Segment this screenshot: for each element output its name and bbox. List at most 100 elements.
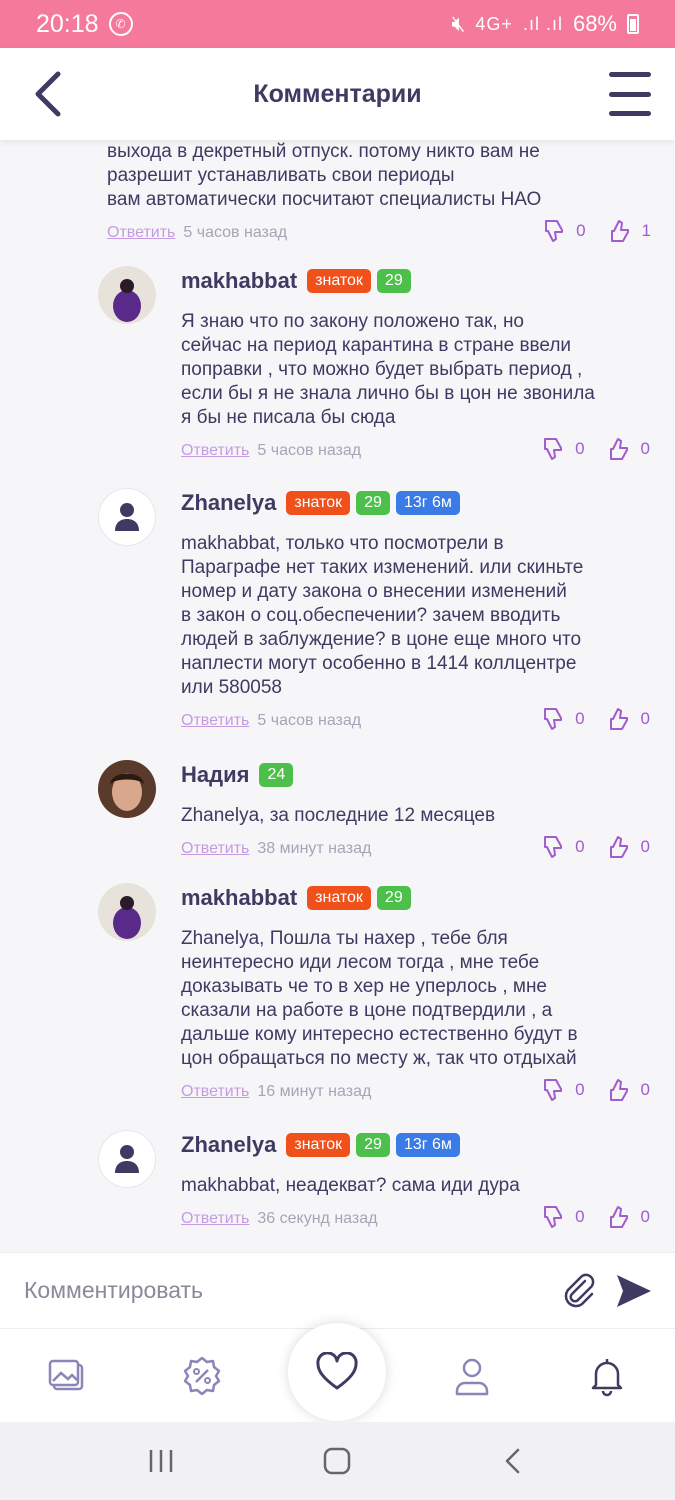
- reply-link[interactable]: Ответить: [181, 1083, 249, 1101]
- like-button[interactable]: 0: [607, 436, 650, 462]
- reply-link[interactable]: Ответить: [181, 712, 249, 730]
- expert-badge: знаток: [307, 269, 371, 293]
- comment-meta: Ответить 5 часов назад 0 0: [181, 438, 658, 462]
- menu-icon[interactable]: [609, 72, 651, 116]
- reply-link[interactable]: Ответить: [107, 224, 175, 242]
- like-count: 0: [640, 1207, 650, 1226]
- author-row: makhabbat знаток 29: [181, 266, 658, 296]
- avatar[interactable]: [98, 266, 156, 324]
- author-name[interactable]: Zhanelya: [181, 1132, 276, 1158]
- system-nav-bar: [0, 1422, 675, 1500]
- home-icon[interactable]: [322, 1446, 352, 1476]
- like-count: 1: [641, 221, 651, 240]
- reply-link[interactable]: Ответить: [181, 442, 249, 460]
- author-row: makhabbat знаток 29: [181, 883, 658, 913]
- heart-icon: [316, 1352, 358, 1390]
- comments-feed[interactable]: выхода в декретный отпуск. потому никто …: [0, 140, 675, 1252]
- mute-icon: 🔇︎: [451, 11, 466, 36]
- user-icon: [115, 1145, 139, 1173]
- comment-meta: Ответить 5 часов назад 0 1: [107, 220, 667, 244]
- dislike-count: 0: [575, 1080, 585, 1099]
- dislike-count: 0: [575, 439, 585, 458]
- comment-meta: Ответить 16 минут назад 0 0: [181, 1079, 658, 1103]
- like-button[interactable]: 1: [608, 218, 651, 244]
- avatar[interactable]: [98, 1130, 156, 1188]
- author-name[interactable]: Zhanelya: [181, 490, 276, 516]
- thumbs-up-icon: [610, 220, 629, 242]
- like-button[interactable]: 0: [607, 706, 650, 732]
- thumbs-down-icon: [544, 836, 563, 858]
- comment-time: 36 секунд назад: [257, 1210, 378, 1227]
- dislike-count: 0: [575, 837, 585, 856]
- like-button[interactable]: 0: [607, 834, 650, 860]
- votes: 0 0: [541, 834, 650, 860]
- comment-meta: Ответить 36 секунд назад 0 0: [181, 1206, 658, 1230]
- reply-link[interactable]: Ответить: [181, 1210, 249, 1228]
- author-row: Zhanelya знаток 29 13г 6м: [181, 488, 658, 518]
- avatar[interactable]: [98, 883, 156, 941]
- like-button[interactable]: 0: [607, 1077, 650, 1103]
- score-badge: 29: [376, 269, 411, 293]
- dislike-count: 0: [575, 709, 585, 728]
- comment-input[interactable]: Комментировать: [24, 1277, 203, 1304]
- back-arrow-icon[interactable]: [30, 70, 70, 118]
- tab-profile[interactable]: [451, 1355, 493, 1397]
- profile-icon: [455, 1358, 489, 1396]
- send-icon[interactable]: [615, 1273, 653, 1309]
- like-count: 0: [640, 709, 650, 728]
- comment-text: makhabbat, неадекват? сама иди дура: [181, 1175, 520, 1196]
- gallery-icon: [48, 1359, 84, 1391]
- like-button[interactable]: 0: [607, 1204, 650, 1230]
- comment-item: makhabbat знаток 29 Zhanelya, Пошла ты н…: [98, 883, 658, 1103]
- comment-item: makhabbat знаток 29 Я знаю что по закону…: [98, 266, 658, 462]
- dislike-button[interactable]: 0: [541, 834, 585, 860]
- tab-discounts[interactable]: [181, 1355, 223, 1397]
- author-name[interactable]: makhabbat: [181, 268, 297, 294]
- dislike-button[interactable]: 0: [542, 218, 586, 244]
- comment-text: Zhanelya, за последние 12 месяцев: [181, 805, 496, 826]
- recents-icon[interactable]: [146, 1446, 176, 1476]
- author-row: Надия 24: [181, 760, 658, 790]
- comment-text: makhabbat, только что посмотрели в Параг…: [181, 533, 584, 698]
- battery-percent: 68%: [572, 11, 617, 36]
- avatar[interactable]: [98, 488, 156, 546]
- thumbs-up-icon: [609, 438, 628, 460]
- tab-favorites[interactable]: [288, 1323, 386, 1421]
- whatsapp-icon: ✆: [108, 12, 133, 36]
- status-icons: 🔇︎ 4G+ .ıl .ıl 68%: [452, 11, 639, 37]
- comment-time: 16 минут назад: [257, 1083, 372, 1100]
- avatar[interactable]: [98, 760, 156, 818]
- thumbs-up-icon: [609, 708, 628, 730]
- page-title: Комментарии: [253, 79, 422, 108]
- network-label: 4G+: [475, 13, 513, 34]
- paperclip-icon[interactable]: [561, 1273, 597, 1309]
- comment-meta: Ответить 5 часов назад 0 0: [181, 708, 658, 732]
- dislike-button[interactable]: 0: [541, 706, 585, 732]
- dislike-button[interactable]: 0: [541, 1204, 585, 1230]
- author-name[interactable]: Надия: [181, 762, 249, 788]
- status-bar: 20:18 ✆ 🔇︎ 4G+ .ıl .ıl 68%: [0, 0, 675, 48]
- author-name[interactable]: makhabbat: [181, 885, 297, 911]
- expert-badge: знаток: [286, 1133, 351, 1157]
- score-badge: 24: [259, 763, 294, 787]
- bell-icon: [591, 1359, 623, 1397]
- score-badge: 29: [356, 491, 390, 515]
- bottom-tab-bar: [0, 1323, 675, 1422]
- comment-time: 5 часов назад: [257, 712, 362, 729]
- tab-gallery[interactable]: [46, 1355, 88, 1397]
- age-badge: 13г 6м: [395, 1133, 460, 1157]
- comment-text: выхода в декретный отпуск. потому никто …: [107, 141, 542, 210]
- comment-meta: Ответить 38 минут назад 0 0: [181, 836, 658, 860]
- back-icon[interactable]: [498, 1446, 528, 1476]
- age-badge: 13г 6м: [395, 491, 460, 515]
- dislike-button[interactable]: 0: [541, 436, 585, 462]
- thumbs-down-icon: [545, 220, 564, 242]
- reply-link[interactable]: Ответить: [181, 840, 249, 858]
- votes: 0 0: [541, 706, 650, 732]
- thumbs-down-icon: [544, 1206, 563, 1228]
- tab-notifications[interactable]: [586, 1355, 628, 1397]
- author-row: Zhanelya знаток 29 13г 6м: [181, 1130, 658, 1160]
- dislike-button[interactable]: 0: [541, 1077, 585, 1103]
- thumbs-up-icon: [609, 1206, 628, 1228]
- thumbs-up-icon: [609, 1079, 628, 1101]
